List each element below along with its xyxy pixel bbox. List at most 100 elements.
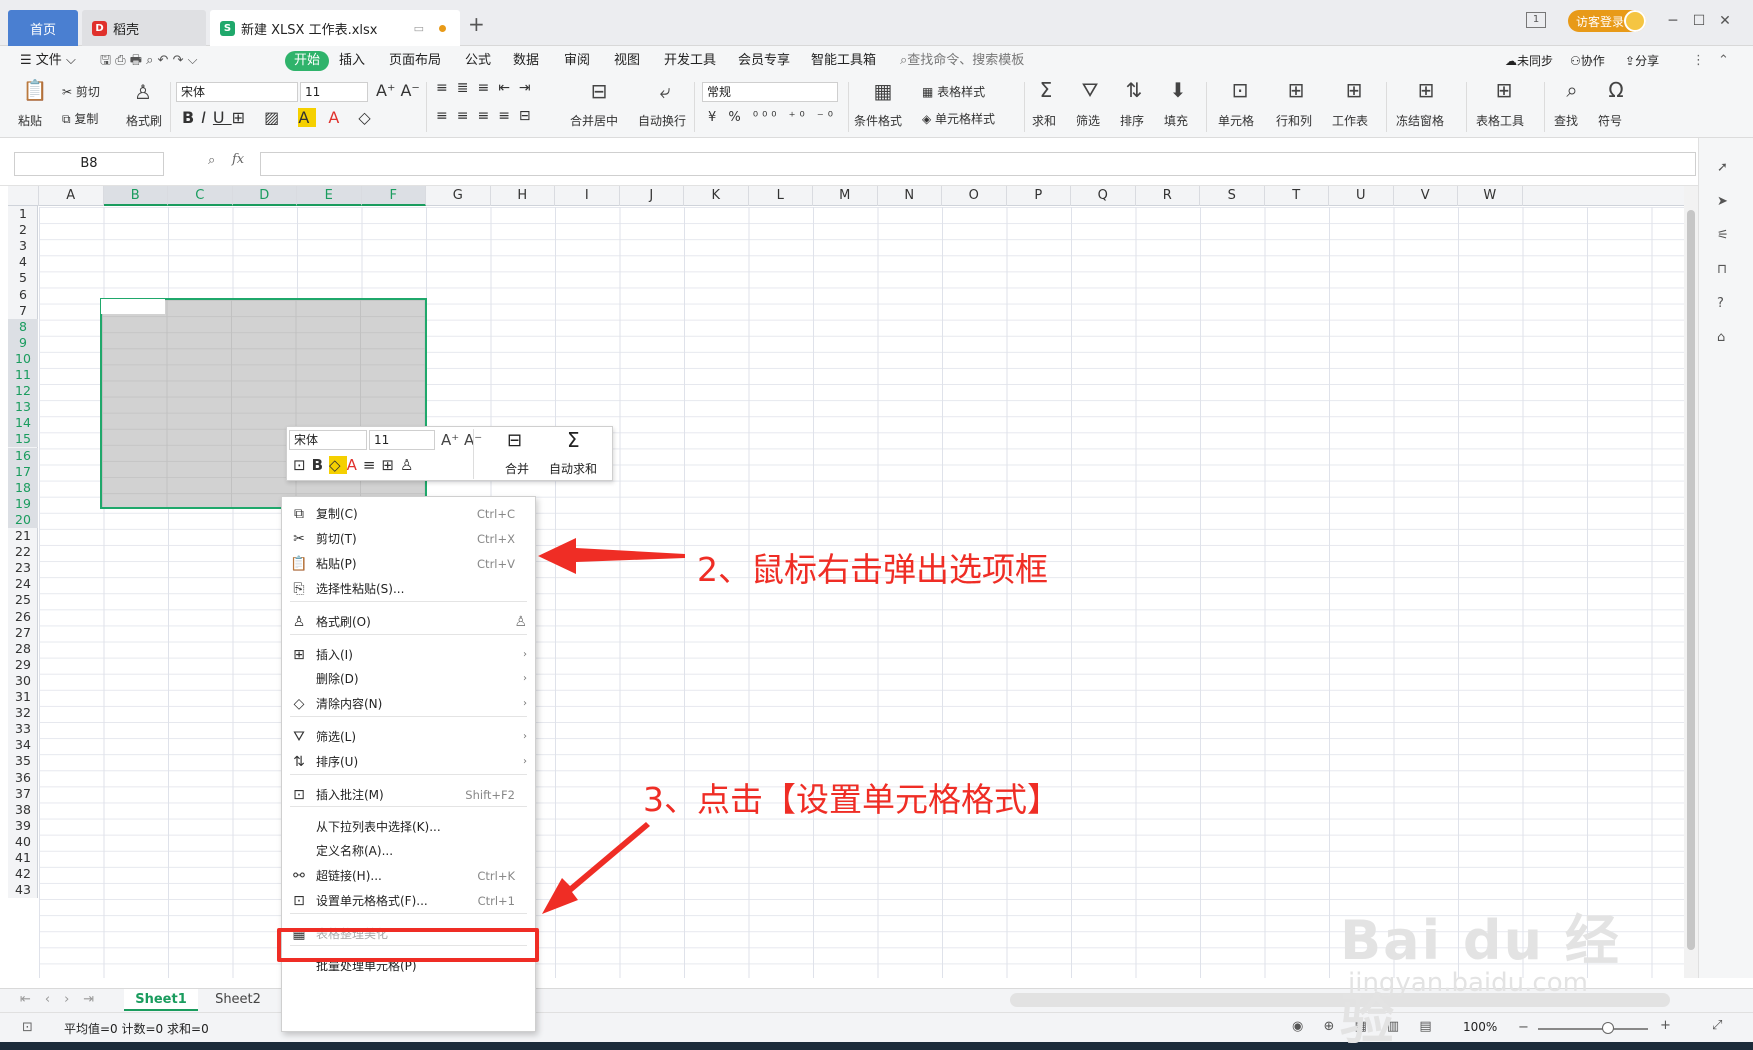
font-name-select[interactable]: 宋体	[176, 82, 298, 102]
column-header[interactable]: O	[942, 186, 1007, 206]
row-header[interactable]: 42	[8, 866, 38, 882]
row-header[interactable]: 38	[8, 802, 38, 818]
mini-merge-icon[interactable]: ⊟	[507, 430, 522, 451]
context-menu-item[interactable]: ✂ 剪切(T) Ctrl+X	[282, 526, 535, 552]
rocket-icon[interactable]: ➚	[1717, 160, 1728, 175]
row-header[interactable]: 19	[8, 495, 38, 512]
wrap-text-button[interactable]: 自动换行	[638, 112, 686, 129]
menu-member[interactable]: 会员专享	[738, 51, 790, 71]
paste-icon[interactable]: 📋	[22, 78, 48, 102]
symbol-icon[interactable]: Ω	[1602, 78, 1630, 102]
filter-icon[interactable]: ⛛	[1078, 78, 1102, 102]
row-header[interactable]: 2	[8, 222, 38, 238]
worksheet-icon[interactable]: ⊞	[1340, 78, 1368, 102]
row-header[interactable]: 14	[8, 415, 38, 432]
row-header[interactable]: 32	[8, 705, 38, 721]
row-header[interactable]: 40	[8, 834, 38, 850]
row-header[interactable]: 28	[8, 641, 38, 657]
table-tools-button[interactable]: 表格工具	[1476, 112, 1524, 129]
formula-input[interactable]	[260, 152, 1696, 176]
mini-font-size-select[interactable]: 11	[369, 430, 435, 450]
context-menu-item[interactable]: ⧉ 复制(C) Ctrl+C	[282, 501, 535, 527]
macro-icon[interactable]: ⊡	[22, 1020, 33, 1035]
column-header[interactable]: V	[1394, 186, 1458, 206]
tab-daoke[interactable]: D 稻壳	[82, 10, 206, 46]
row-col-button[interactable]: 行和列	[1276, 112, 1312, 129]
freeze-panes-icon[interactable]: ⊞	[1412, 78, 1440, 102]
row-header[interactable]: 30	[8, 673, 38, 689]
select-all-corner[interactable]	[8, 186, 39, 206]
mini-font-adjust-icons[interactable]: A⁺ A⁻	[441, 431, 482, 449]
font-style-buttons[interactable]: BIU⊞ ▨ A A ◇	[182, 108, 378, 127]
row-header[interactable]: 36	[8, 770, 38, 786]
column-header[interactable]: E	[297, 186, 362, 206]
new-tab-button[interactable]: +	[468, 12, 485, 36]
mini-format-buttons[interactable]: ⊡B◇A≡⊞♙	[293, 456, 419, 474]
font-size-adjust-icons[interactable]: A⁺ A⁻	[376, 81, 420, 100]
maximize-icon[interactable]: ☐	[1690, 12, 1708, 30]
collab-button[interactable]: ⚇协作	[1570, 51, 1605, 71]
function-icon[interactable]: fx	[232, 152, 244, 167]
sort-button[interactable]: 排序	[1120, 112, 1144, 129]
row-header[interactable]: 16	[8, 447, 38, 464]
column-header[interactable]: G	[426, 186, 491, 206]
row-header[interactable]: 1	[8, 206, 38, 222]
row-header[interactable]: 25	[8, 592, 38, 608]
worksheet-button[interactable]: 工作表	[1332, 112, 1368, 129]
menu-insert[interactable]: 插入	[339, 51, 365, 71]
sheet-tab-sheet1[interactable]: Sheet1	[124, 989, 198, 1011]
number-format-buttons[interactable]: ¥ % ⁰⁰⁰ ⁺⁰ ⁻⁰	[708, 110, 837, 125]
window-count-badge[interactable]: 1	[1526, 12, 1546, 28]
filter-button[interactable]: 筛选	[1076, 112, 1100, 129]
column-header[interactable]: K	[684, 186, 749, 206]
row-header[interactable]: 37	[8, 786, 38, 802]
row-header[interactable]: 20	[8, 511, 38, 528]
format-icon[interactable]: ⊓	[1717, 262, 1727, 277]
name-box[interactable]: B8	[14, 152, 164, 176]
column-header[interactable]: N	[878, 186, 942, 206]
menu-view[interactable]: 视图	[614, 51, 640, 71]
context-menu-item[interactable]: 定义名称(A)...	[282, 838, 535, 864]
wrap-text-icon[interactable]: ⤶	[650, 79, 680, 103]
column-header[interactable]: J	[620, 186, 684, 206]
paste-button[interactable]: 粘贴	[18, 112, 42, 129]
menu-start[interactable]: 开始	[285, 51, 330, 71]
share-button[interactable]: ⇪分享	[1625, 51, 1659, 71]
find-button[interactable]: 查找	[1554, 112, 1578, 129]
row-header[interactable]: 5	[8, 270, 38, 286]
column-header[interactable]: L	[749, 186, 813, 206]
menu-smart-toolbox[interactable]: 智能工具箱	[811, 51, 876, 71]
context-menu-item[interactable]: 删除(D) ›	[282, 666, 535, 692]
mini-autosum-button[interactable]: 自动求和	[549, 460, 597, 477]
cut-button[interactable]: ✂ 剪切	[62, 83, 100, 100]
context-menu-item[interactable]: ⊞ 插入(I) ›	[282, 642, 535, 668]
settings-sliders-icon[interactable]: ⚟	[1717, 228, 1729, 243]
row-header[interactable]: 17	[8, 463, 38, 480]
quick-access-toolbar[interactable]: 🖫 ⎙ 🖶 ⌕ ↶ ↷ ⌵	[100, 51, 197, 71]
column-header[interactable]: P	[1007, 186, 1071, 206]
row-header[interactable]: 18	[8, 479, 38, 496]
menu-data[interactable]: 数据	[513, 51, 539, 71]
freeze-panes-button[interactable]: 冻结窗格	[1396, 112, 1444, 129]
fill-button[interactable]: 填充	[1164, 112, 1188, 129]
sync-status[interactable]: ☁未同步	[1505, 51, 1553, 71]
cursor-icon[interactable]: ➤	[1717, 194, 1728, 209]
row-header[interactable]: 8	[8, 318, 38, 335]
row-header[interactable]: 11	[8, 367, 38, 383]
row-header[interactable]: 43	[8, 882, 38, 898]
row-header[interactable]: 15	[8, 431, 38, 448]
context-menu-item[interactable]: ⚯ 超链接(H)... Ctrl+K	[282, 863, 535, 889]
table-style-button[interactable]: ▦ 表格样式	[922, 83, 985, 100]
row-header[interactable]: 26	[8, 609, 38, 625]
backup-icon[interactable]: ⌂	[1717, 330, 1725, 345]
column-header[interactable]: B	[103, 186, 168, 206]
mini-font-name-select[interactable]: 宋体	[289, 430, 367, 450]
row-header[interactable]: 10	[8, 350, 38, 367]
column-header[interactable]: R	[1136, 186, 1200, 206]
column-header[interactable]: S	[1200, 186, 1265, 206]
row-header[interactable]: 21	[8, 528, 38, 544]
tab-document[interactable]: S 新建 XLSX 工作表.xlsx ▭	[210, 10, 460, 46]
scrollbar-thumb[interactable]	[1687, 210, 1695, 950]
row-header[interactable]: 35	[8, 753, 38, 769]
menu-developer[interactable]: 开发工具	[664, 51, 716, 71]
